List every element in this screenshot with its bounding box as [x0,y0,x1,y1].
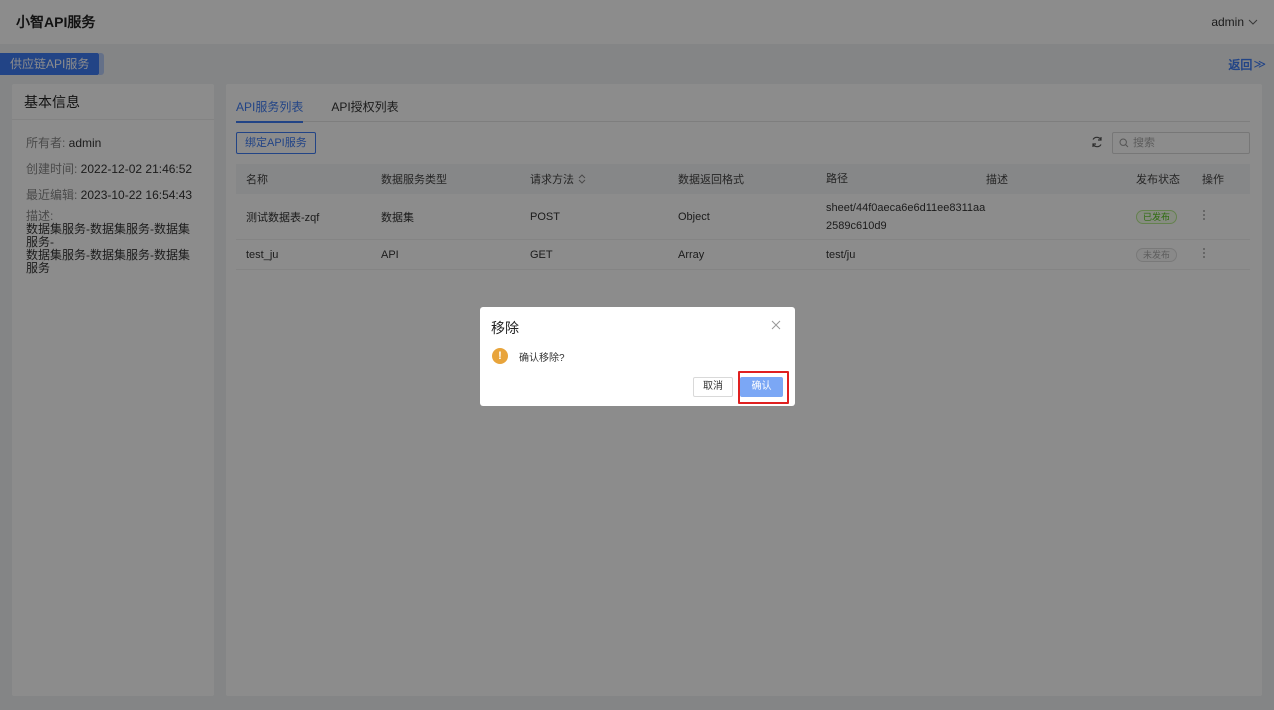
dialog-title: 移除 [491,320,519,336]
dialog-message: 确认移除? [519,353,565,364]
remove-confirm-dialog: 移除 ! 确认移除? 取消 确认 [480,307,795,406]
cancel-button[interactable]: 取消 [693,377,733,397]
close-icon[interactable] [771,320,781,330]
highlight-box [738,371,789,404]
warning-icon: ! [492,348,508,364]
